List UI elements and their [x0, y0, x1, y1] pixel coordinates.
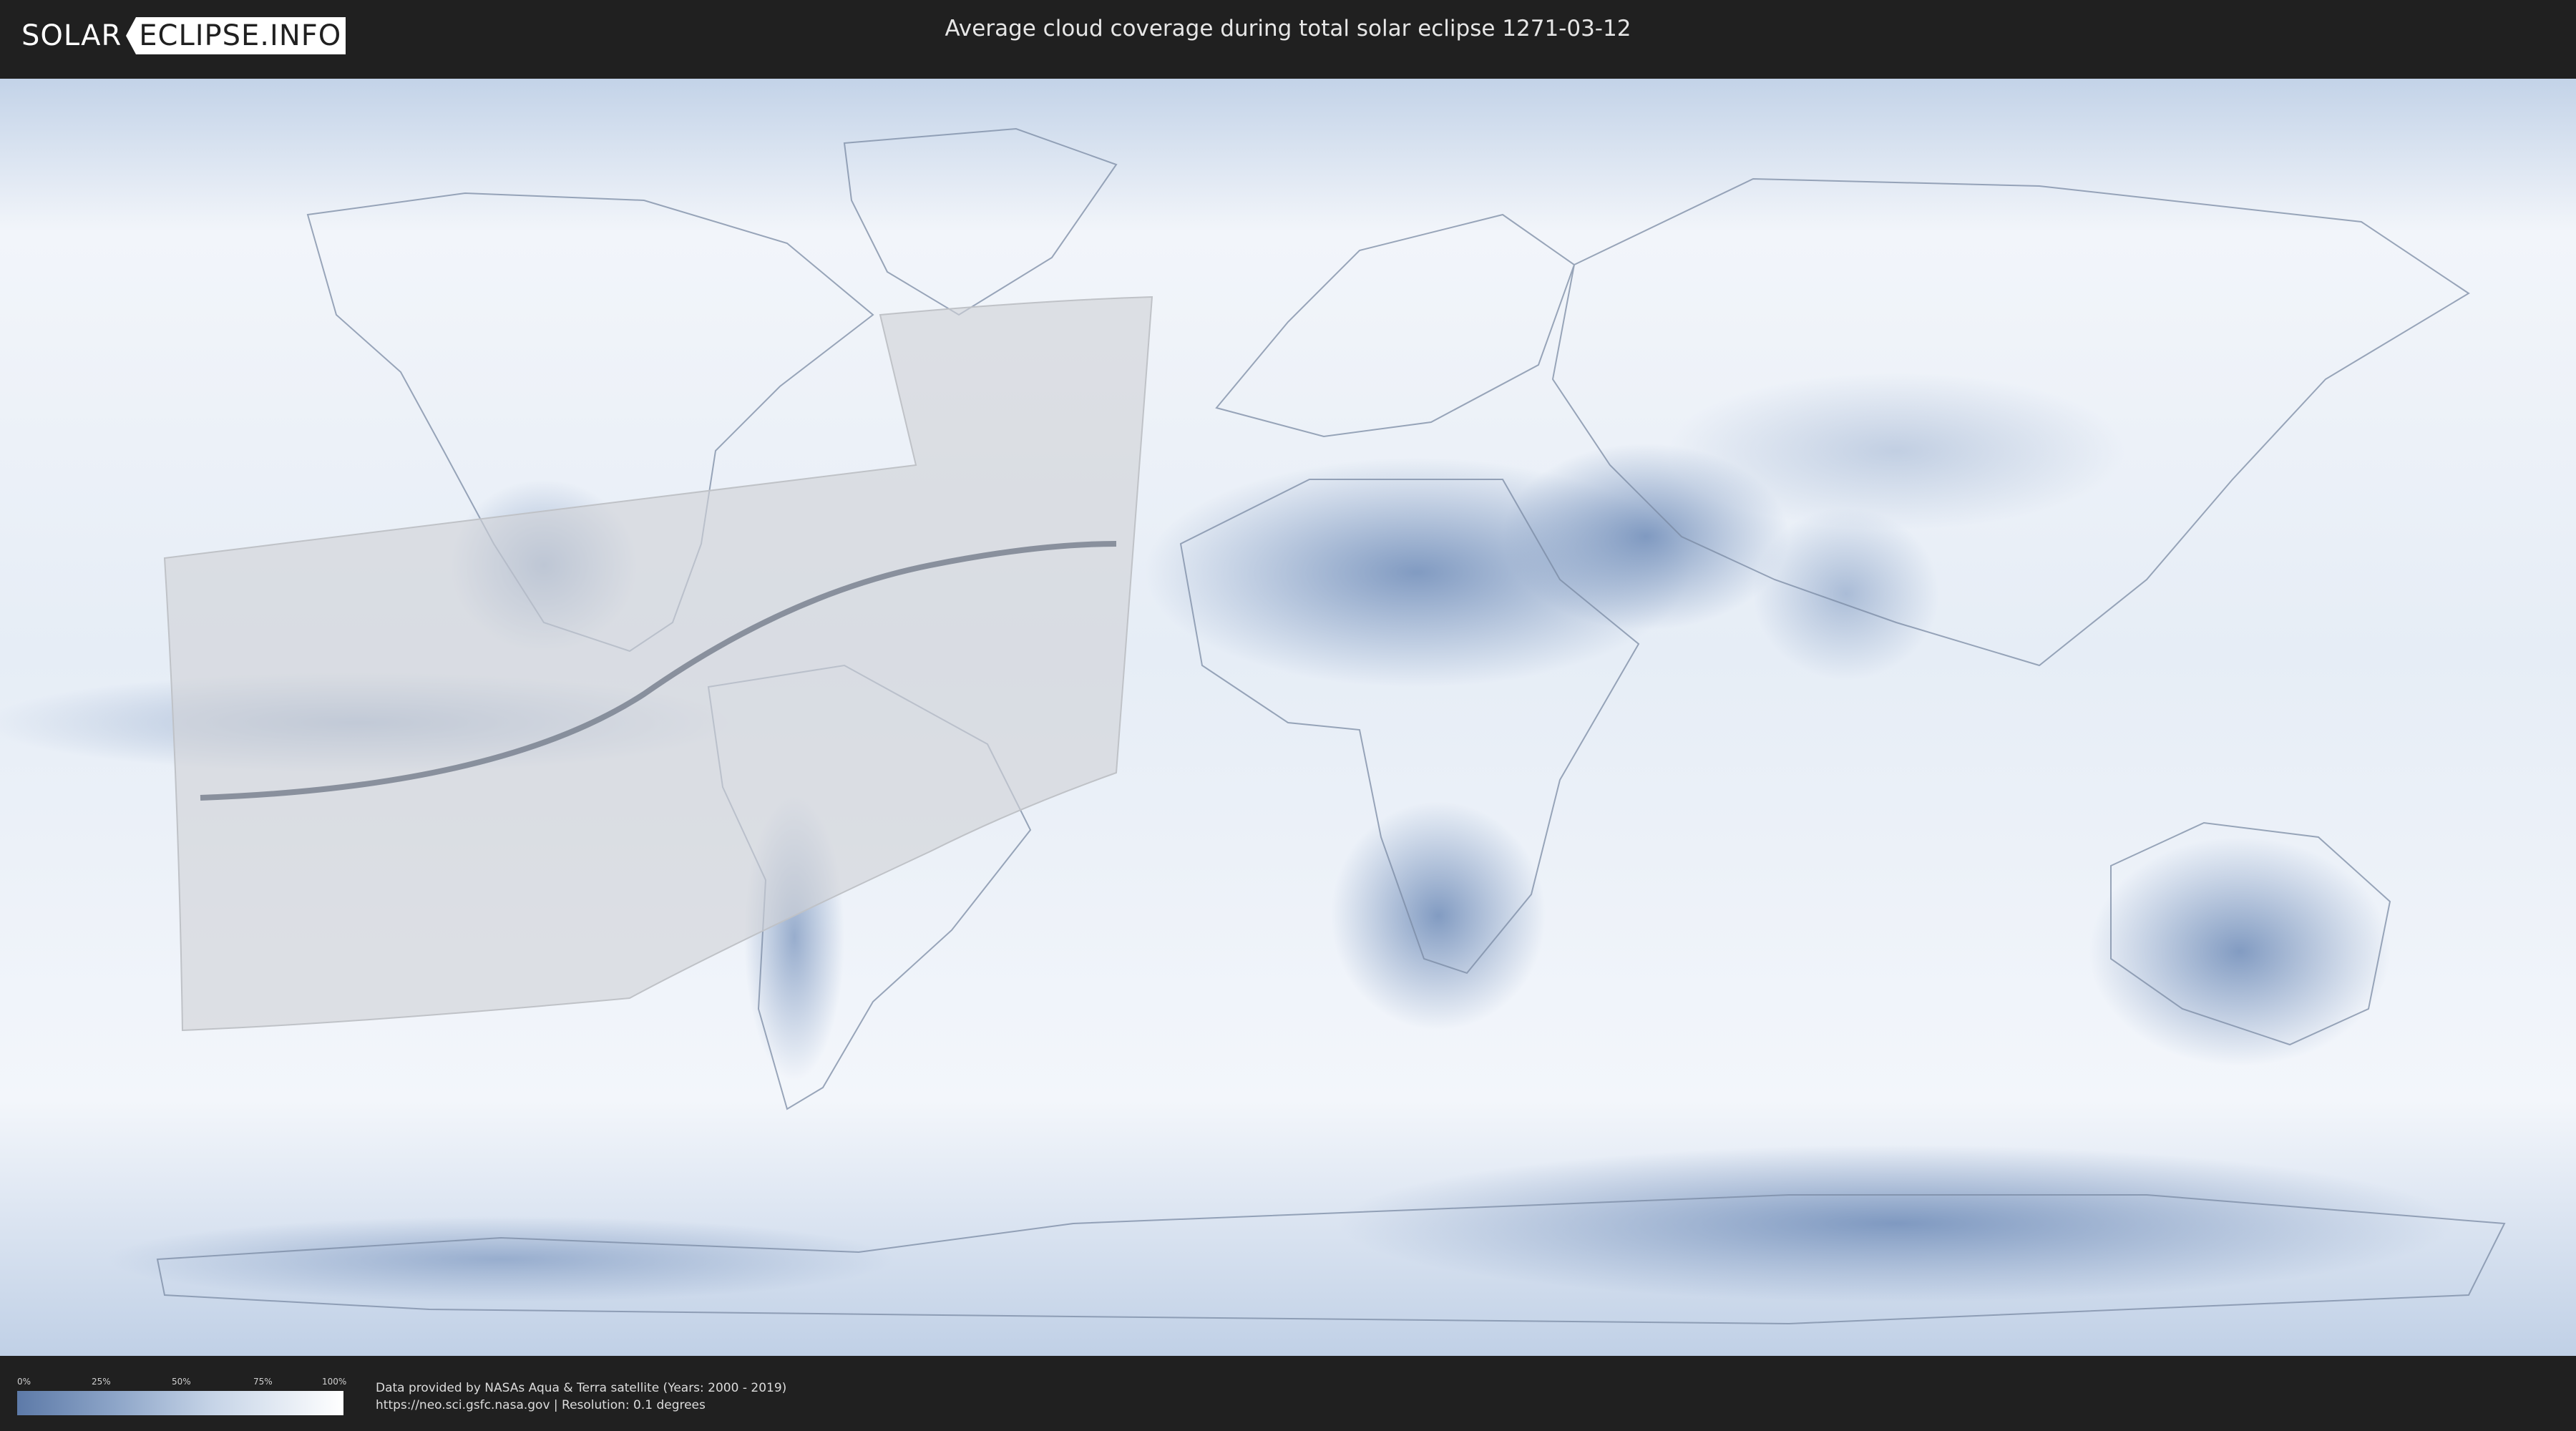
- legend-tick-75: 75%: [253, 1377, 273, 1387]
- australia-clear-zone: [2089, 837, 2390, 1066]
- cloud-coverage-legend: 0% 25% 50% 75% 100%: [17, 1374, 347, 1417]
- cloud-coverage-map: [0, 79, 2576, 1356]
- map-svg: [0, 79, 2576, 1356]
- credit-line-source: Data provided by NASAs Aqua & Terra sate…: [376, 1381, 787, 1395]
- legend-tick-50: 50%: [172, 1377, 191, 1387]
- legend-gradient-bar: [17, 1391, 343, 1415]
- credit-line-url[interactable]: https://neo.sci.gsfc.nasa.gov | Resoluti…: [376, 1397, 786, 1414]
- header-bar: SOLAR ECLIPSE.INFO Average cloud coverag…: [0, 0, 2576, 72]
- legend-tick-100: 100%: [322, 1377, 347, 1387]
- antarctica-clear-zone: [1338, 1145, 2454, 1302]
- page-title: Average cloud coverage during total sola…: [945, 16, 1631, 41]
- data-credit: Data provided by NASAs Aqua & Terra sate…: [376, 1379, 786, 1414]
- asia-interior-zone: [1667, 372, 2125, 529]
- footer-bar: 0% 25% 50% 75% 100% Data provided by NAS…: [0, 1359, 2576, 1431]
- legend-tick-25: 25%: [92, 1377, 111, 1387]
- antarctica-west-zone: [107, 1216, 894, 1302]
- legend-tick-0: 0%: [17, 1377, 31, 1387]
- india-clear-zone: [1753, 508, 1939, 680]
